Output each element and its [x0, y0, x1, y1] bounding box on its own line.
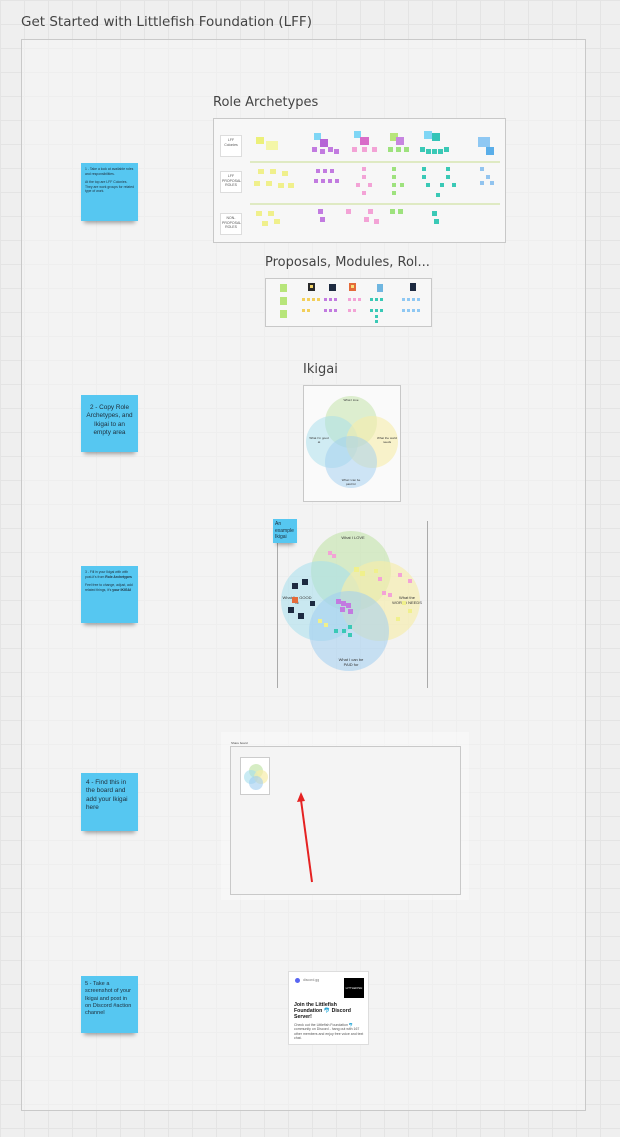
find-board-label: Share board: [231, 741, 248, 745]
step-3-subtext: Feel free to change, adjust, add related…: [85, 583, 133, 592]
step-1-subtext: At the top are LFF Colonies. They are wo…: [85, 180, 134, 194]
step-1-sticky[interactable]: 1 - Take a look at available roles and r…: [81, 163, 138, 221]
proposals-title[interactable]: Proposals, Modules, Rol...: [265, 255, 430, 270]
ikigai-thumbnail[interactable]: [240, 757, 270, 795]
step-5-text: 5 - Take a screenshot of your Ikigai and…: [85, 981, 132, 1017]
role-archetypes-diagram: [250, 131, 500, 226]
ikigai-label-love: What I love: [343, 398, 359, 402]
ikigai-label-world: What the world needs: [376, 436, 397, 444]
step-2-sticky[interactable]: 2 - Copy Role Archetypes, and Ikigai to …: [81, 395, 138, 452]
step-4-text: 4 - Find this in the board and add your …: [86, 779, 128, 811]
example-ikigai-sticky[interactable]: An example Ikigai: [273, 519, 297, 543]
discord-description: Check out the Littlefish Foundation 🐬 co…: [294, 1023, 364, 1041]
ikigai-label-good: What I'm good at: [309, 436, 329, 444]
proposals-diagram: [280, 283, 420, 323]
ikigai-template[interactable]: What I love What I'm good at What I can …: [303, 385, 401, 502]
ikigai-label-paid: What I can be paid for: [341, 478, 361, 486]
proposals-panel[interactable]: [265, 278, 432, 327]
ikigai-title[interactable]: Ikigai: [303, 362, 338, 377]
role-archetypes-panel[interactable]: LFF Colonies LFF PROPOSAL ROLES NON-PROP…: [213, 118, 506, 243]
discord-card[interactable]: discord.gg LITTLEFISH Join the Littlefis…: [288, 971, 369, 1045]
role-archetypes-title[interactable]: Role Archetypes: [213, 95, 318, 110]
step-2-text: 2 - Copy Role Archetypes, and Ikigai to …: [86, 404, 133, 436]
step-4-sticky[interactable]: 4 - Find this in the board and add your …: [81, 773, 138, 831]
example-ikigai-frame[interactable]: What I LOVE What I'm GOOD at What I can …: [277, 521, 428, 688]
discord-title[interactable]: Join the Littlefish Foundation 🐬 Discord…: [294, 1002, 364, 1021]
discord-site: discord.gg: [303, 978, 320, 982]
step-1-text: 1 - Take a look at available roles and r…: [85, 167, 134, 176]
discord-thumbnail: LITTLEFISH: [344, 978, 364, 998]
discord-icon: [295, 978, 300, 983]
step-3-text: 3 - Fill in your Ikigai with with post-i…: [85, 570, 132, 579]
board-title[interactable]: Get Started with Littlefish Foundation (…: [21, 14, 312, 30]
step-3-sticky[interactable]: 3 - Fill in your Ikigai with with post-i…: [81, 566, 138, 623]
step-5-sticky[interactable]: 5 - Take a screenshot of your Ikigai and…: [81, 976, 138, 1033]
example-ikigai-notes: [288, 551, 412, 637]
